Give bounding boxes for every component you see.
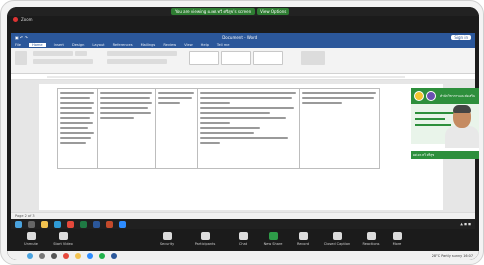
ribbon-tabs: File Home Insert Design Layout Reference… [11,41,475,48]
paste-button[interactable] [15,51,27,65]
viewing-banner: You are viewing ผ.ยศ.ทวี ศรีสุข's screen [171,8,256,15]
zoom-title-text: Zoom [21,17,33,22]
table-cell[interactable] [155,88,198,169]
zoom-app-icon[interactable] [119,220,126,228]
chrome-icon[interactable] [63,252,69,259]
cc-icon [332,232,342,240]
chat-icon [238,232,248,240]
powerpoint-icon[interactable] [106,220,113,228]
share-screen-icon [268,232,278,240]
word-status-bar: Page 2 of 3 [11,212,475,219]
font-name-dropdown[interactable] [33,51,73,56]
find-replace-buttons[interactable] [301,51,325,65]
word-icon[interactable] [93,220,100,228]
table-cell[interactable] [57,88,98,169]
home-ribbon [11,48,475,74]
font-size-dropdown[interactable] [75,51,87,56]
local-windows-taskbar: 28°C Partly sunny 16:07 [7,251,479,260]
document-page[interactable] [39,84,443,210]
edge-icon[interactable] [54,220,61,228]
windows-start-icon[interactable] [15,220,22,228]
participant-video-tile[interactable]: สำนักวิชาการและส่งเสริม ผศ.ดร.ทวี ศรีสุข [411,88,479,159]
start-icon[interactable] [27,252,33,259]
tab-view[interactable]: View [184,43,193,47]
zoom-window-title: Zoom [13,17,33,22]
tab-review[interactable]: Review [163,43,176,47]
table-cell[interactable] [197,88,300,169]
paragraph-buttons[interactable] [107,51,177,56]
style-normal[interactable] [189,51,219,65]
word-window: ▣ ↶ ↷ Document - Word Sign in File Home … [11,33,475,219]
document-table[interactable] [57,88,380,169]
security-button[interactable]: Security [147,232,187,246]
folder-icon[interactable] [75,252,81,259]
more-button[interactable]: More [377,232,417,246]
chrome-icon[interactable] [67,220,74,228]
style-heading1[interactable] [253,51,283,65]
excel-icon[interactable] [80,220,87,228]
tab-references[interactable]: References [113,43,133,47]
record-icon [298,232,308,240]
shield-icon [162,232,172,240]
tab-design[interactable]: Design [72,43,84,47]
emoji-icon [366,232,376,240]
sign-in-button[interactable]: Sign in [451,34,471,40]
alignment-buttons[interactable] [107,59,167,64]
tab-help[interactable]: Help [201,43,209,47]
word-icon[interactable] [111,252,117,259]
zoom-app-icon[interactable] [87,252,93,259]
table-cell[interactable] [97,88,156,169]
view-options-button[interactable]: View Options [257,8,290,15]
participant-name: ผศ.ดร.ทวี ศรีสุข [411,151,479,159]
word-quick-access[interactable]: ▣ ↶ ↷ [15,35,28,40]
word-document-title: Document - Word [222,34,258,40]
tab-mailings[interactable]: Mailings [141,43,156,47]
university-logo-icon [414,91,424,101]
microphone-icon [26,232,36,240]
people-icon [200,232,210,240]
search-icon[interactable] [28,220,35,228]
weather-text: 28°C Partly sunny [431,253,463,258]
faculty-logo-icon [426,91,436,101]
tab-file[interactable]: File [15,43,21,47]
zoom-screen: You are viewing ผ.ยศ.ทวี ศรีสุข's screen… [7,7,479,260]
style-no-spacing[interactable] [221,51,251,65]
shared-clock: ▲ ◼ ◼ [460,222,471,226]
word-title-bar: ▣ ↶ ↷ Document - Word Sign in [11,33,475,41]
video-banner: สำนักวิชาการและส่งเสริม [411,88,479,104]
zoom-share-bar: You are viewing ผ.ยศ.ทวี ศรีสุข's screen… [7,7,479,16]
video-org-line: สำนักวิชาการและส่งเสริม [440,94,476,98]
tab-layout[interactable]: Layout [92,43,104,47]
font-format-buttons[interactable] [33,59,93,64]
tab-insert[interactable]: Insert [54,43,64,47]
shared-screen-taskbar: ▲ ◼ ◼ [11,219,475,229]
task-view-icon[interactable] [51,252,57,259]
system-tray: 28°C Partly sunny 16:07 [432,254,473,258]
tablet-frame: You are viewing ผ.ยศ.ทวี ศรีสุข's screen… [0,0,484,265]
zoom-logo-icon [13,17,18,22]
more-icon [392,232,402,240]
line-icon[interactable] [99,252,105,259]
system-clock: 16:07 [463,253,473,258]
tell-me-box[interactable]: Tell me [217,43,230,47]
video-camera-icon [58,232,68,240]
participants-button[interactable]: Participants [185,232,225,246]
document-area [11,80,475,212]
table-cell[interactable] [299,88,380,169]
tab-home[interactable]: Home [29,42,46,47]
start-video-button[interactable]: Start Video [43,232,83,246]
file-explorer-icon[interactable] [41,220,48,228]
search-icon[interactable] [39,252,45,259]
speaker-person [445,104,479,148]
